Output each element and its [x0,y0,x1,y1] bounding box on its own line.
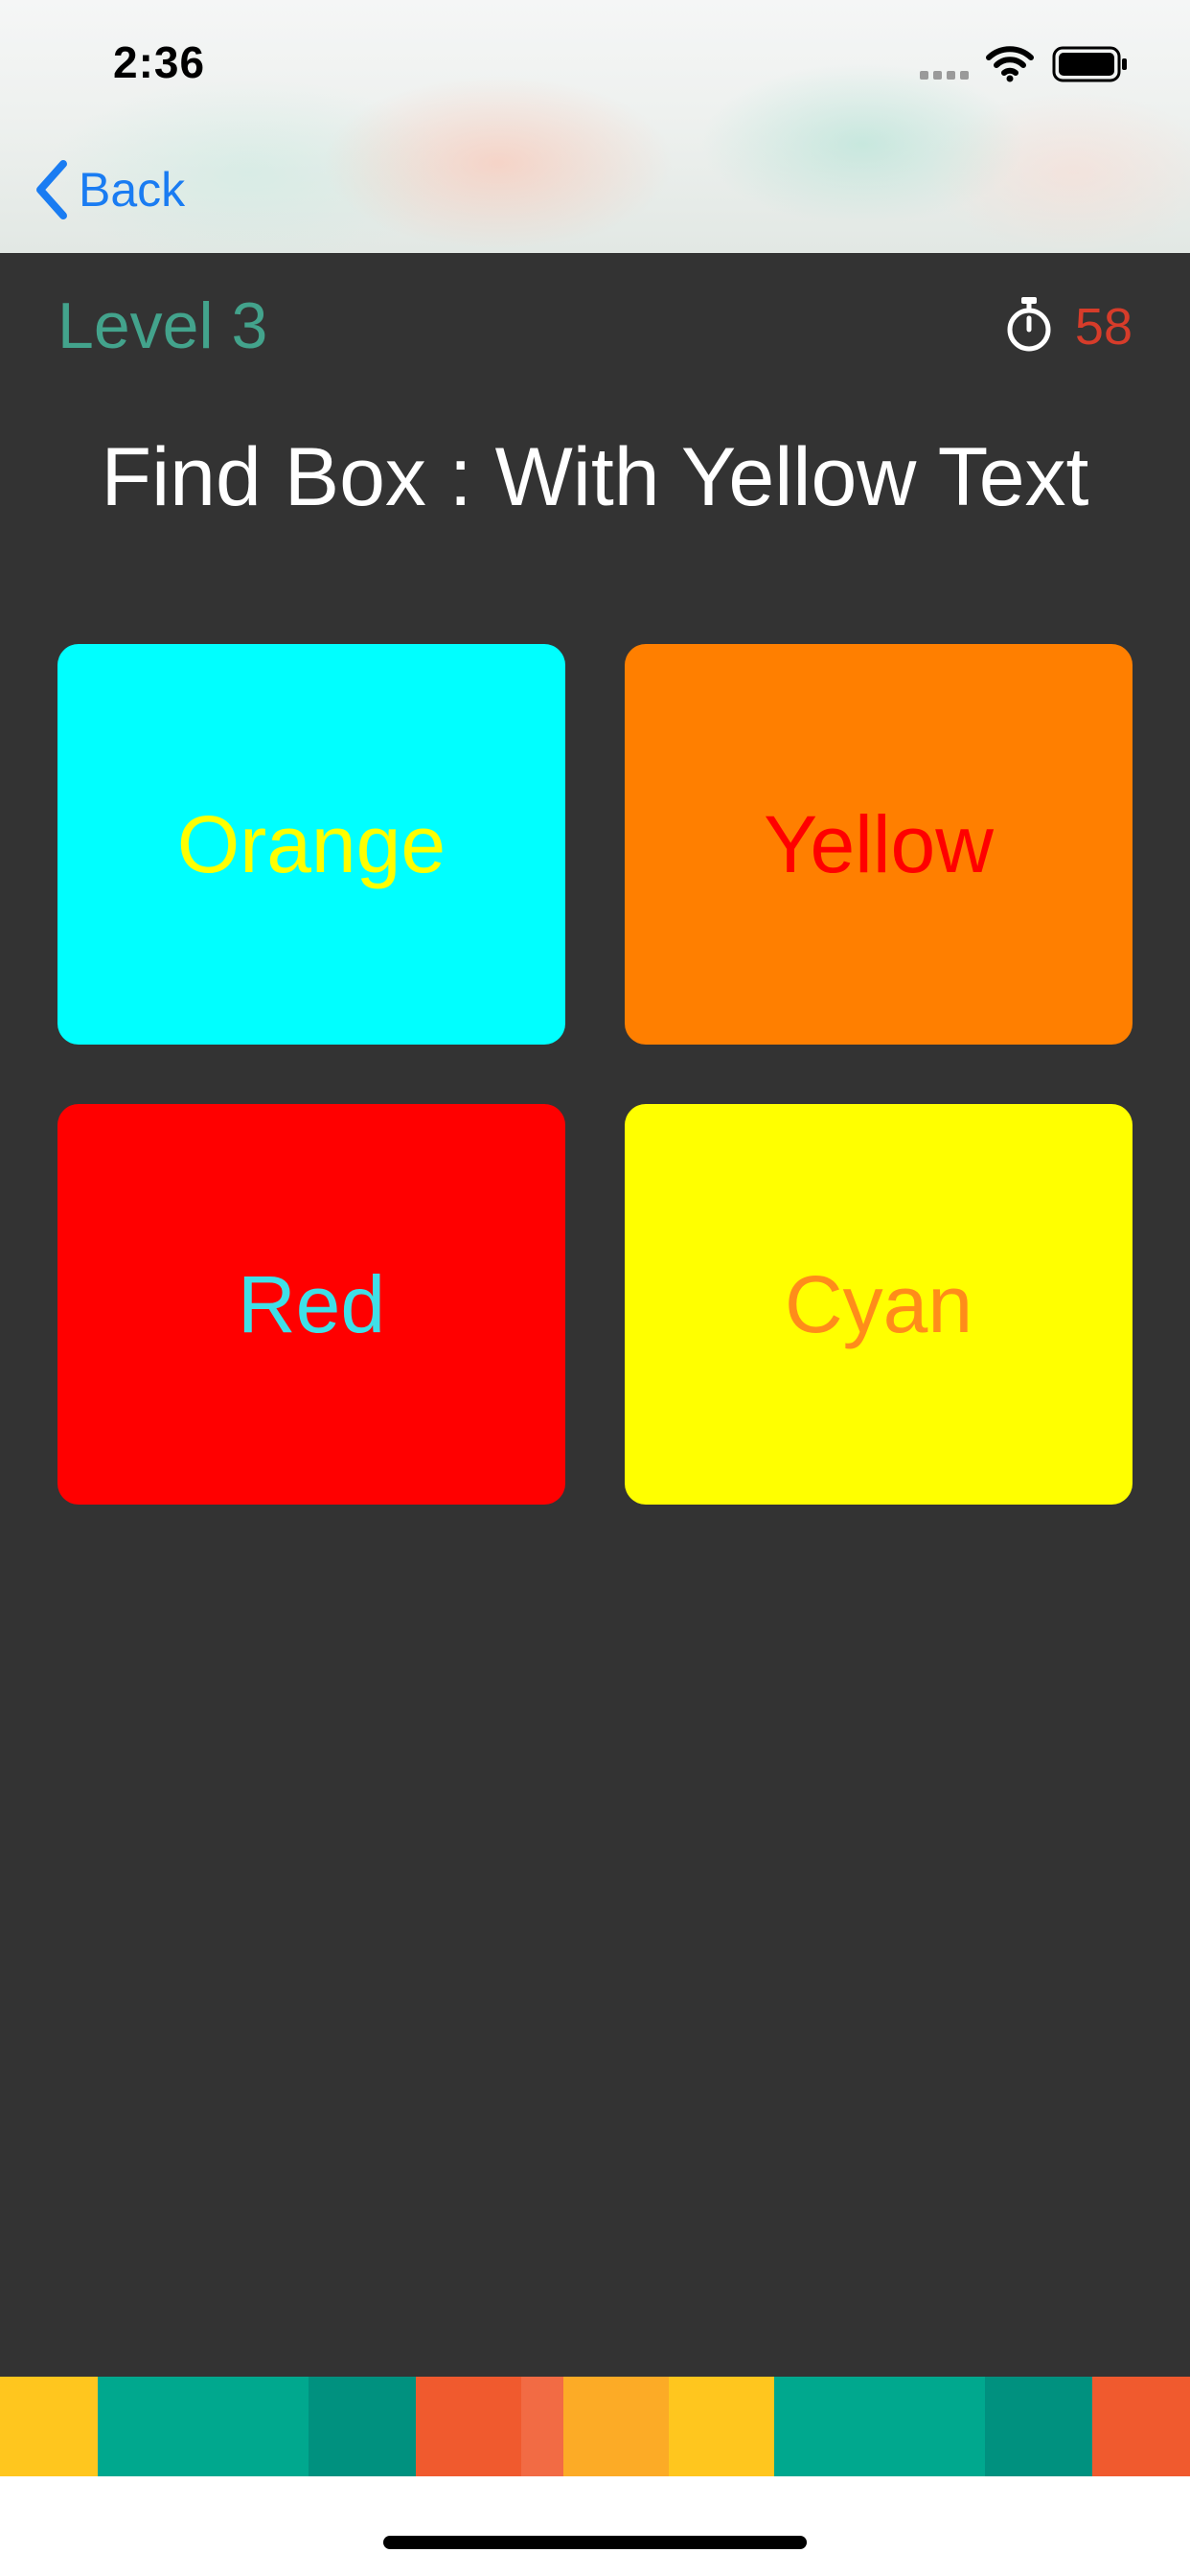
wifi-icon [986,46,1034,82]
chevron-left-icon [36,160,67,219]
home-indicator[interactable] [383,2536,807,2549]
navigation-header: 2:36 Back [0,0,1190,253]
back-label: Back [79,163,186,217]
box-label: Yellow [764,798,994,889]
cellular-signal-icon [920,71,969,80]
status-time: 2:36 [113,37,206,87]
battery-icon [1052,46,1127,82]
prompt-title: Find Box : With Yellow Text [101,431,1089,523]
box-label: Orange [176,798,446,889]
decorative-stripes [0,2377,1190,2476]
level-label: Level 3 [57,289,268,362]
box-label: Red [237,1258,386,1349]
time-left: 58 [1074,298,1133,356]
color-box-cyan[interactable]: Cyan [625,1104,1133,1505]
home-indicator-area [0,2476,1190,2576]
box-label: Cyan [784,1258,973,1349]
color-box-orange[interactable]: Orange [57,644,565,1045]
color-box-red[interactable]: Red [57,1104,565,1505]
color-box-yellow[interactable]: Yellow [625,644,1133,1045]
back-button[interactable]: Back [33,155,185,224]
stopwatch-icon [1007,297,1051,352]
